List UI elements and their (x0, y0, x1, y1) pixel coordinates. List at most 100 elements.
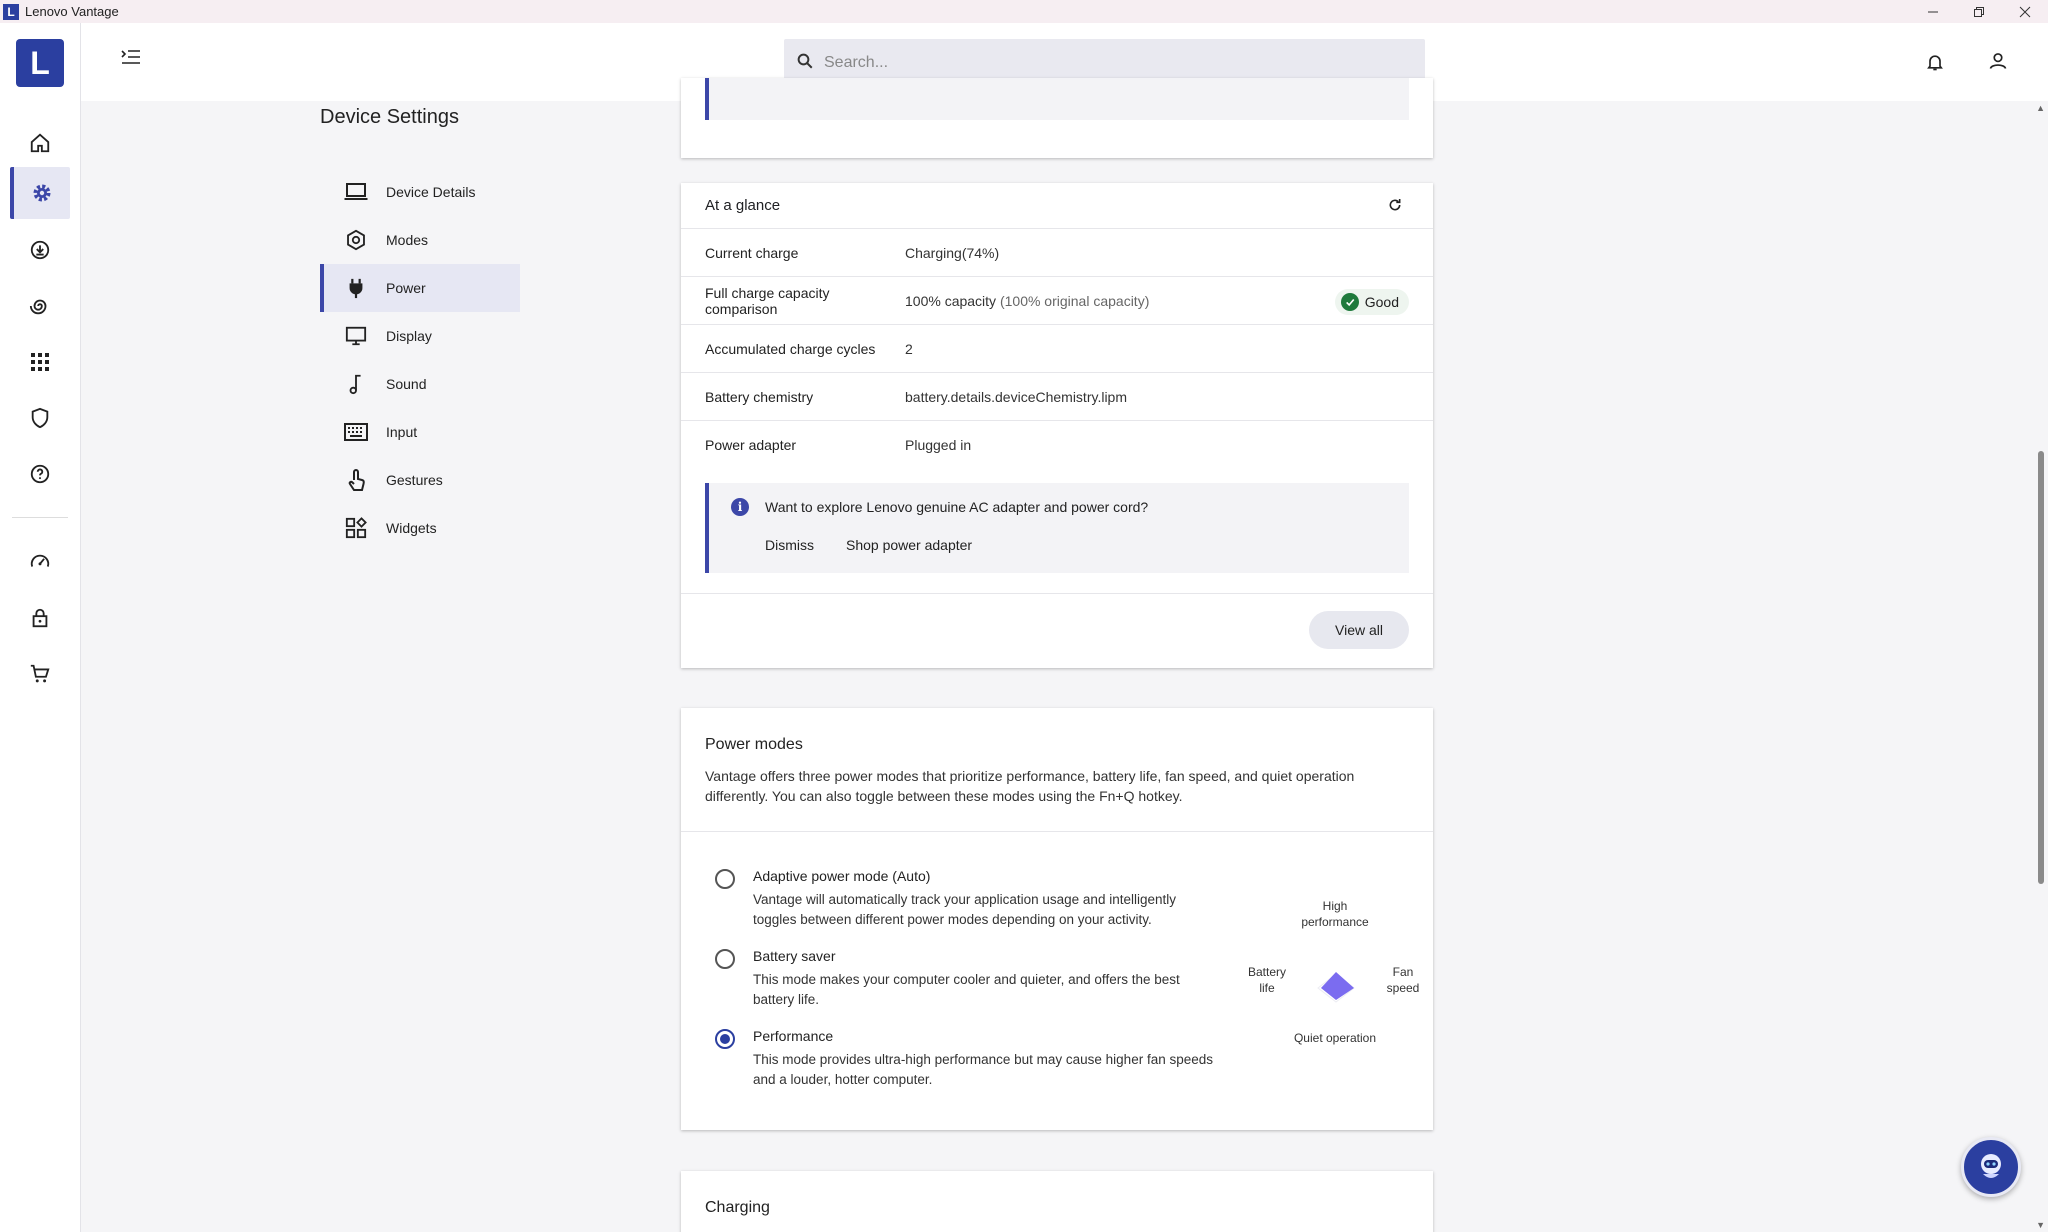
shield-icon (31, 407, 49, 429)
scrollbar-thumb[interactable] (2038, 451, 2044, 884)
row-value: 100% capacity (100% original capacity) (905, 293, 1149, 309)
nav-item-input[interactable]: Input (320, 408, 520, 456)
close-window-button[interactable] (2002, 0, 2048, 23)
bell-icon (1927, 55, 1943, 71)
scroll-down-icon[interactable]: ▼ (2036, 1220, 2045, 1230)
download-circle-icon (30, 240, 50, 260)
nav-item-modes[interactable]: Modes (320, 216, 520, 264)
rail-smart-features[interactable] (10, 280, 70, 332)
section-description: Vantage offers three power modes that pr… (705, 768, 1355, 804)
restore-button[interactable] (1956, 0, 2002, 23)
scrollbar[interactable]: ▲ ▼ (2032, 101, 2048, 1232)
mode-title: Adaptive power mode (Auto) (753, 868, 931, 884)
mode-description: This mode provides ultra-high performanc… (753, 1052, 1213, 1087)
row-label: Power adapter (705, 437, 797, 453)
at-a-glance-header: At a glance (681, 183, 1433, 229)
radio-button[interactable] (715, 1029, 735, 1049)
glance-row-adapter: Power adapter Plugged in (681, 421, 1433, 469)
row-value: Charging(74%) (905, 244, 1000, 261)
refresh-button[interactable] (1387, 197, 1403, 217)
minimize-button[interactable] (1910, 0, 1956, 23)
radar-label-bottom: Quiet operation (1293, 1031, 1377, 1045)
capacity-note: (100% original capacity) (999, 292, 1150, 309)
search-input[interactable] (824, 54, 1404, 72)
dismiss-button[interactable]: Dismiss (765, 537, 814, 553)
scroll-up-icon[interactable]: ▲ (2036, 103, 2045, 113)
glance-row-chemistry: Battery chemistry battery.details.device… (681, 373, 1433, 421)
rail-updates[interactable] (10, 224, 70, 276)
card-divider (681, 831, 1433, 832)
nav-item-gestures[interactable]: Gestures (320, 456, 520, 504)
assistant-chat-button[interactable] (1961, 1137, 2021, 1197)
accent-bar (705, 78, 709, 120)
notifications-button[interactable] (1925, 51, 1945, 78)
capacity-value: 100% capacity (905, 292, 997, 309)
rail-privacy[interactable] (10, 592, 70, 644)
view-all-button[interactable]: View all (1309, 611, 1409, 649)
info-icon: i (731, 498, 749, 516)
gear-icon (33, 184, 51, 202)
glance-row-cycles: Accumulated charge cycles 2 (681, 325, 1433, 373)
restore-icon (1974, 6, 1984, 17)
row-value: 2 (905, 340, 913, 357)
cart-icon (30, 664, 50, 683)
window-controls (1910, 0, 2048, 23)
rail-performance[interactable] (10, 536, 70, 588)
menu-toggle-button[interactable] (121, 49, 141, 70)
refresh-icon (1389, 199, 1401, 211)
lenovo-logo[interactable]: L (16, 39, 64, 87)
radar-diamond-icon (1317, 972, 1355, 1003)
nav-item-power[interactable]: Power (320, 264, 520, 312)
nav-item-sound[interactable]: Sound (320, 360, 520, 408)
keyboard-icon (344, 420, 368, 444)
previous-card-info (705, 78, 1409, 120)
rail-shop[interactable] (10, 648, 70, 700)
spiral-icon (29, 299, 47, 315)
apps-grid-icon (31, 353, 49, 371)
speedometer-icon (30, 554, 50, 567)
mode-description: Vantage will automatically track your ap… (753, 892, 1176, 927)
collapse-menu-icon (121, 50, 140, 64)
at-a-glance-card: At a glance Current charge Charging(74%)… (681, 183, 1433, 668)
nav-item-label: Widgets (386, 520, 437, 536)
power-modes-card: Power modes Vantage offers three power m… (681, 708, 1433, 1130)
nav-item-label: Device Details (386, 184, 476, 200)
rail-help[interactable] (10, 448, 70, 500)
glance-row-current-charge: Current charge Charging(74%) (681, 229, 1433, 277)
check-circle-icon (1340, 293, 1359, 311)
plug-icon (344, 276, 368, 300)
charging-card: Charging (681, 1171, 1433, 1232)
info-message: Want to explore Lenovo genuine AC adapte… (765, 499, 1149, 515)
rail-security[interactable] (10, 392, 70, 444)
row-label: Current charge (705, 244, 799, 261)
help-circle-icon (30, 464, 50, 484)
monitor-icon (344, 324, 368, 348)
nav-item-display[interactable]: Display (320, 312, 520, 360)
row-value: battery.details.deviceChemistry.lipm (905, 388, 1128, 405)
account-button[interactable] (1988, 51, 2008, 76)
window-title: Lenovo Vantage (25, 4, 119, 19)
left-rail: L (0, 23, 81, 1232)
shop-power-adapter-link[interactable]: Shop power adapter (846, 537, 972, 553)
nav-item-label: Sound (386, 376, 427, 392)
radio-button[interactable] (715, 869, 735, 889)
row-label: Accumulated charge cycles (705, 340, 876, 357)
touch-icon (344, 468, 368, 492)
rail-apps[interactable] (10, 336, 70, 388)
status-badge: Good (1334, 289, 1409, 315)
section-title: Power modes (705, 736, 803, 753)
rail-home[interactable] (10, 117, 70, 169)
previous-card (681, 78, 1433, 158)
app-logo-icon: L (3, 3, 19, 20)
settings-nav: Device Details Modes Power Display Sound… (320, 168, 520, 552)
page-title: Device Settings (320, 106, 459, 128)
home-icon (30, 133, 50, 153)
nav-item-widgets[interactable]: Widgets (320, 504, 520, 552)
nav-item-label: Display (386, 328, 432, 344)
rail-device-settings[interactable] (10, 167, 70, 219)
radio-button[interactable] (715, 949, 735, 969)
nav-item-label: Input (386, 424, 418, 440)
close-icon (2019, 6, 2031, 17)
nav-item-device-details[interactable]: Device Details (320, 168, 520, 216)
mode-title: Performance (753, 1028, 834, 1044)
